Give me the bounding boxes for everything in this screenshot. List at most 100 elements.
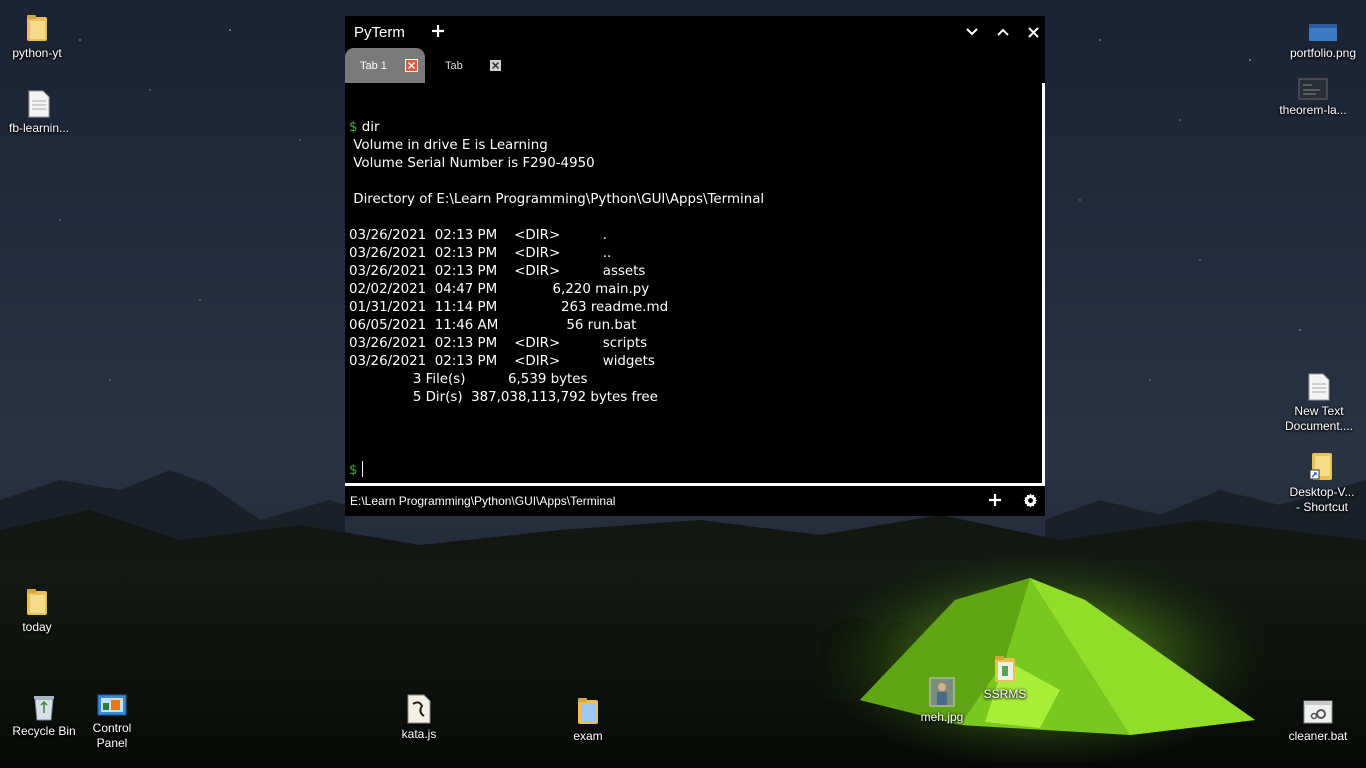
desktop-icon-exam[interactable]: exam bbox=[545, 692, 631, 744]
gear-icon bbox=[1022, 492, 1038, 508]
new-tab-button[interactable] bbox=[427, 20, 449, 42]
window-title: PyTerm bbox=[354, 24, 405, 41]
output-line: 02/02/2021 04:47 PM 6,220 main.py bbox=[345, 281, 1042, 299]
terminal-output[interactable]: $ dir Volume in drive E is Learning Volu… bbox=[345, 83, 1042, 483]
photo-file-icon bbox=[925, 673, 959, 707]
script-file-icon bbox=[402, 690, 436, 724]
status-bar: E:\Learn Programming\Python\GUI\Apps\Ter… bbox=[345, 483, 1045, 516]
text-document-icon bbox=[22, 84, 56, 118]
desktop-icon-label: python-yt bbox=[12, 46, 62, 60]
desktop-icon-label: Control bbox=[92, 721, 132, 735]
desktop-icon-portfolio[interactable]: portfolio.png bbox=[1280, 9, 1366, 61]
desktop-icon-label: SSRMS bbox=[983, 687, 1027, 701]
output-text: dir bbox=[357, 120, 380, 135]
output-line: $ dir bbox=[345, 119, 1042, 137]
maximize-button[interactable] bbox=[993, 22, 1013, 42]
close-window-button[interactable] bbox=[1023, 22, 1043, 42]
desktop-icon-control-panel[interactable]: Control Panel bbox=[69, 684, 155, 751]
desktop-icon-label: Desktop-V... bbox=[1289, 485, 1355, 499]
desktop-icon-desktop-shortcut[interactable]: Desktop-V... - Shortcut bbox=[1279, 448, 1365, 515]
folder-icon bbox=[20, 9, 54, 43]
desktop-icon-fb-learning[interactable]: fb-learnin... bbox=[0, 84, 82, 136]
output-text: 03/26/2021 02:13 PM <DIR> assets bbox=[349, 264, 646, 279]
prompt-symbol: $ bbox=[349, 120, 358, 135]
output-line: 3 File(s) 6,539 bytes bbox=[345, 371, 1042, 389]
tab-label: Tab bbox=[445, 59, 463, 72]
desktop-icon-today[interactable]: today bbox=[0, 583, 80, 635]
tab-2[interactable]: Tab bbox=[430, 48, 510, 83]
output-text: 03/26/2021 02:13 PM <DIR> scripts bbox=[349, 336, 648, 351]
chevron-up-icon bbox=[997, 28, 1009, 36]
desktop-icon-label: New Text bbox=[1294, 404, 1344, 418]
output-text: 03/26/2021 02:13 PM <DIR> . bbox=[349, 228, 608, 243]
tab-bar: Tab 1 Tab bbox=[345, 48, 1045, 83]
desktop-icon-label: today bbox=[22, 620, 52, 634]
output-text: 01/31/2021 11:14 PM 263 readme.md bbox=[349, 300, 669, 315]
settings-button[interactable] bbox=[1021, 491, 1039, 509]
output-text: 03/26/2021 02:13 PM <DIR> widgets bbox=[349, 354, 655, 369]
image-file-icon bbox=[1296, 66, 1330, 100]
desktop-icon-label: Panel bbox=[96, 736, 128, 750]
desktop-icon-new-text-document[interactable]: New Text Document.... bbox=[1276, 367, 1362, 434]
folder-icon bbox=[20, 583, 54, 617]
image-file-icon bbox=[1306, 9, 1340, 43]
desktop-icon-label: cleaner.bat bbox=[1288, 729, 1348, 743]
desktop-icon-label: meh.jpg bbox=[920, 710, 964, 724]
desktop-icon-label: kata.js bbox=[401, 727, 437, 741]
title-bar[interactable]: PyTerm bbox=[345, 16, 1045, 48]
desktop-icon-label: theorem-la... bbox=[1279, 103, 1347, 117]
add-button[interactable] bbox=[986, 491, 1004, 509]
plus-icon bbox=[989, 494, 1001, 506]
output-line: Directory of E:\Learn Programming\Python… bbox=[345, 191, 1042, 209]
text-cursor bbox=[361, 461, 363, 477]
scrollbar-edge bbox=[1042, 83, 1045, 483]
desktop-icon-theorem[interactable]: theorem-la... bbox=[1270, 66, 1356, 118]
text-document-icon bbox=[1302, 367, 1336, 401]
close-icon bbox=[492, 62, 499, 69]
output-text: Volume in drive E is Learning bbox=[349, 138, 548, 153]
tab-close-button[interactable] bbox=[405, 59, 418, 72]
output-text: 03/26/2021 02:13 PM <DIR> .. bbox=[349, 246, 612, 261]
desktop-icon-label: Document.... bbox=[1284, 419, 1354, 433]
output-line: 03/26/2021 02:13 PM <DIR> scripts bbox=[345, 335, 1042, 353]
batch-file-icon bbox=[1301, 692, 1335, 726]
minimize-button[interactable] bbox=[962, 22, 982, 42]
output-line: Volume in drive E is Learning bbox=[345, 137, 1042, 155]
output-line: 01/31/2021 11:14 PM 263 readme.md bbox=[345, 299, 1042, 317]
output-line: 5 Dir(s) 387,038,113,792 bytes free bbox=[345, 389, 1042, 407]
close-icon bbox=[408, 62, 415, 69]
tab-label: Tab 1 bbox=[360, 59, 387, 72]
recycle-bin-icon bbox=[27, 687, 61, 721]
prompt-symbol: $ bbox=[349, 463, 358, 478]
output-line: 03/26/2021 02:13 PM <DIR> . bbox=[345, 227, 1042, 245]
desktop-icon-ssrms[interactable]: SSRMS bbox=[962, 650, 1048, 702]
status-divider bbox=[345, 483, 1045, 486]
tab-close-button[interactable] bbox=[490, 60, 501, 71]
output-line: 03/26/2021 02:13 PM <DIR> widgets bbox=[345, 353, 1042, 371]
folder-icon bbox=[988, 650, 1022, 684]
desktop-icon-label: fb-learnin... bbox=[8, 121, 70, 135]
desktop-icon-kata-js[interactable]: kata.js bbox=[376, 690, 462, 742]
desktop-icon-label: - Shortcut bbox=[1295, 500, 1349, 514]
folder-shortcut-icon bbox=[1305, 448, 1339, 482]
output-line: 03/26/2021 02:13 PM <DIR> .. bbox=[345, 245, 1042, 263]
output-text: Volume Serial Number is F290-4950 bbox=[349, 156, 595, 171]
input-line[interactable]: $ bbox=[345, 461, 1042, 479]
current-directory: E:\Learn Programming\Python\GUI\Apps\Ter… bbox=[350, 494, 616, 508]
tab-1[interactable]: Tab 1 bbox=[345, 48, 425, 83]
output-line: Volume Serial Number is F290-4950 bbox=[345, 155, 1042, 173]
chevron-down-icon bbox=[966, 28, 978, 36]
desktop-icon-cleaner-bat[interactable]: cleaner.bat bbox=[1275, 692, 1361, 744]
desktop-icon-label: portfolio.png bbox=[1289, 46, 1357, 60]
pyterm-window: PyTerm Tab 1 Tab $ dir Volume in drive E… bbox=[345, 16, 1045, 516]
desktop-icon-python-yt[interactable]: python-yt bbox=[0, 9, 80, 61]
output-text: Directory of E:\Learn Programming\Python… bbox=[349, 192, 765, 207]
plus-icon bbox=[432, 25, 444, 37]
folder-icon bbox=[571, 692, 605, 726]
output-line: 06/05/2021 11:46 AM 56 run.bat bbox=[345, 317, 1042, 335]
control-panel-icon bbox=[95, 684, 129, 718]
output-text: 3 File(s) 6,539 bytes bbox=[349, 372, 588, 387]
output-line: 03/26/2021 02:13 PM <DIR> assets bbox=[345, 263, 1042, 281]
